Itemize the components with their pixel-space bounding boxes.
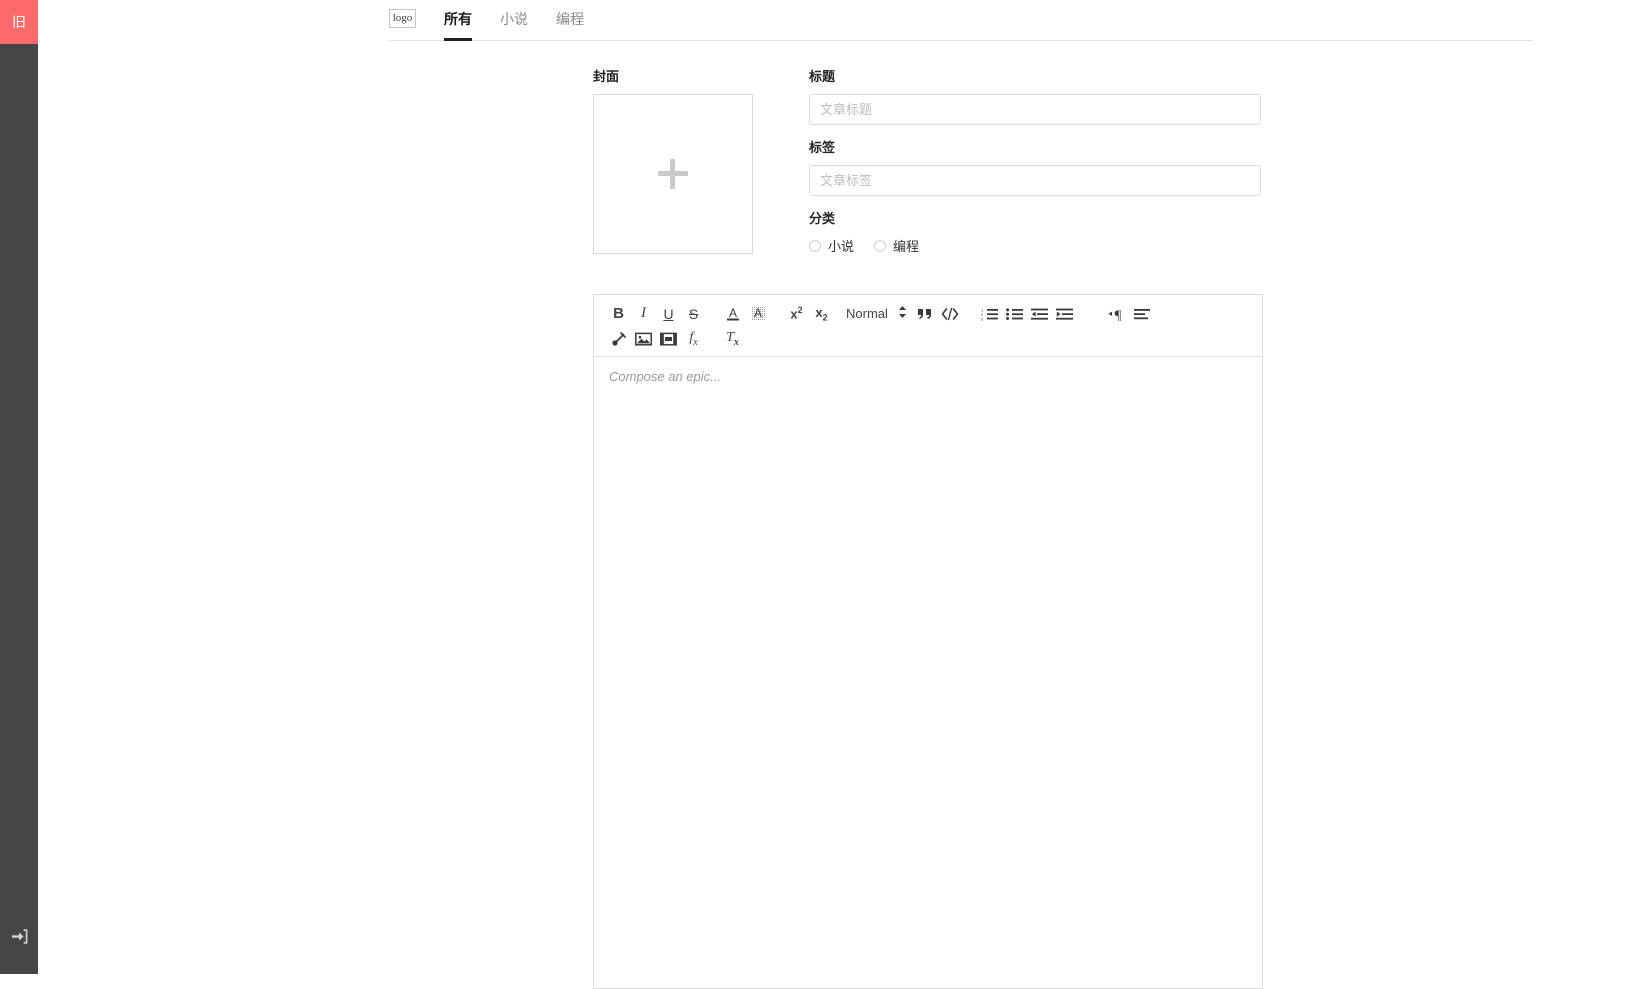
sidebar-login-button[interactable] [0, 916, 38, 956]
bold-icon[interactable]: B [606, 302, 631, 325]
article-meta-form: 封面 标题 标签 分类 小说 编程 [593, 66, 1263, 267]
image-icon[interactable] [631, 327, 656, 350]
editor-content-area[interactable]: Compose an epic... [593, 357, 1263, 989]
subscript-icon[interactable]: x2 [809, 302, 834, 325]
plus-icon [658, 159, 688, 189]
text-direction-icon[interactable]: ¶ [1105, 302, 1130, 325]
radio-option-novel-label: 小说 [828, 239, 855, 254]
top-tab-bar: logo 所有 小说 编程 [389, 0, 1533, 41]
cover-upload-dropzone[interactable] [593, 94, 753, 254]
tab-novel[interactable]: 小说 [500, 9, 528, 41]
svg-text:3: 3 [981, 316, 984, 321]
format-select-value: Normal [846, 306, 888, 321]
code-block-icon[interactable] [938, 302, 963, 325]
italic-icon[interactable]: I [631, 302, 656, 325]
link-icon[interactable] [606, 327, 631, 350]
svg-text:A: A [753, 306, 761, 320]
category-label: 分类 [809, 211, 836, 226]
editor-toolbar-row-2: fx Tx [606, 326, 1250, 351]
tab-all[interactable]: 所有 [444, 9, 472, 41]
svg-text:¶: ¶ [1115, 308, 1122, 321]
sidebar: 旧 [0, 0, 38, 974]
title-field: 标题 [809, 66, 1263, 125]
rich-text-editor: B I U S A A x2 x2 Normal 1 2 3 ¶ fx Tx C… [593, 294, 1263, 989]
video-icon[interactable] [656, 327, 681, 350]
text-color-icon[interactable]: A [720, 302, 745, 325]
ordered-list-icon[interactable]: 1 2 3 [977, 302, 1002, 325]
editor-toolbar: B I U S A A x2 x2 Normal 1 2 3 ¶ fx Tx [593, 294, 1263, 357]
svg-text:A: A [728, 306, 736, 320]
cover-label: 封面 [593, 69, 620, 84]
background-color-icon[interactable]: A [745, 302, 770, 325]
chevron-updown-icon [898, 305, 907, 322]
radio-option-programming[interactable]: 编程 [874, 236, 919, 255]
title-label: 标题 [809, 69, 836, 84]
logo-image-placeholder[interactable]: logo [389, 9, 416, 28]
indent-icon[interactable] [1052, 302, 1077, 325]
title-input[interactable] [809, 94, 1261, 125]
bullet-list-icon[interactable] [1002, 302, 1027, 325]
tags-input[interactable] [809, 165, 1261, 196]
underline-icon[interactable]: U [656, 302, 681, 325]
tab-programming-label: 编程 [556, 11, 584, 27]
outdent-icon[interactable] [1027, 302, 1052, 325]
editor-placeholder: Compose an epic... [609, 369, 722, 384]
login-arrow-icon [11, 928, 28, 944]
radio-option-programming-label: 编程 [893, 239, 920, 254]
meta-fields: 标题 标签 分类 小说 编程 [809, 66, 1263, 267]
sidebar-brand-label: 旧 [12, 14, 26, 30]
formula-icon[interactable]: fx [681, 327, 706, 350]
blockquote-icon[interactable] [913, 302, 938, 325]
editor-toolbar-row-1: B I U S A A x2 x2 Normal 1 2 3 ¶ [606, 301, 1250, 326]
category-radio-group: 小说 编程 [809, 236, 1263, 255]
format-select[interactable]: Normal [846, 305, 907, 322]
tags-field: 标签 [809, 137, 1263, 196]
cover-field: 封面 [593, 66, 753, 267]
radio-circle-icon [874, 239, 887, 252]
strikethrough-icon[interactable]: S [681, 302, 706, 325]
tags-label: 标签 [809, 140, 836, 155]
radio-circle-icon [809, 239, 821, 252]
align-icon[interactable] [1130, 302, 1155, 325]
clear-format-icon[interactable]: Tx [720, 327, 745, 350]
radio-option-novel[interactable]: 小说 [809, 236, 854, 255]
tab-novel-label: 小说 [500, 11, 528, 27]
tab-programming[interactable]: 编程 [556, 9, 584, 41]
superscript-icon[interactable]: x2 [784, 302, 809, 325]
sidebar-brand-logo[interactable]: 旧 [0, 0, 38, 44]
tab-all-label: 所有 [444, 11, 472, 27]
category-field: 分类 小说 编程 [809, 208, 1263, 255]
